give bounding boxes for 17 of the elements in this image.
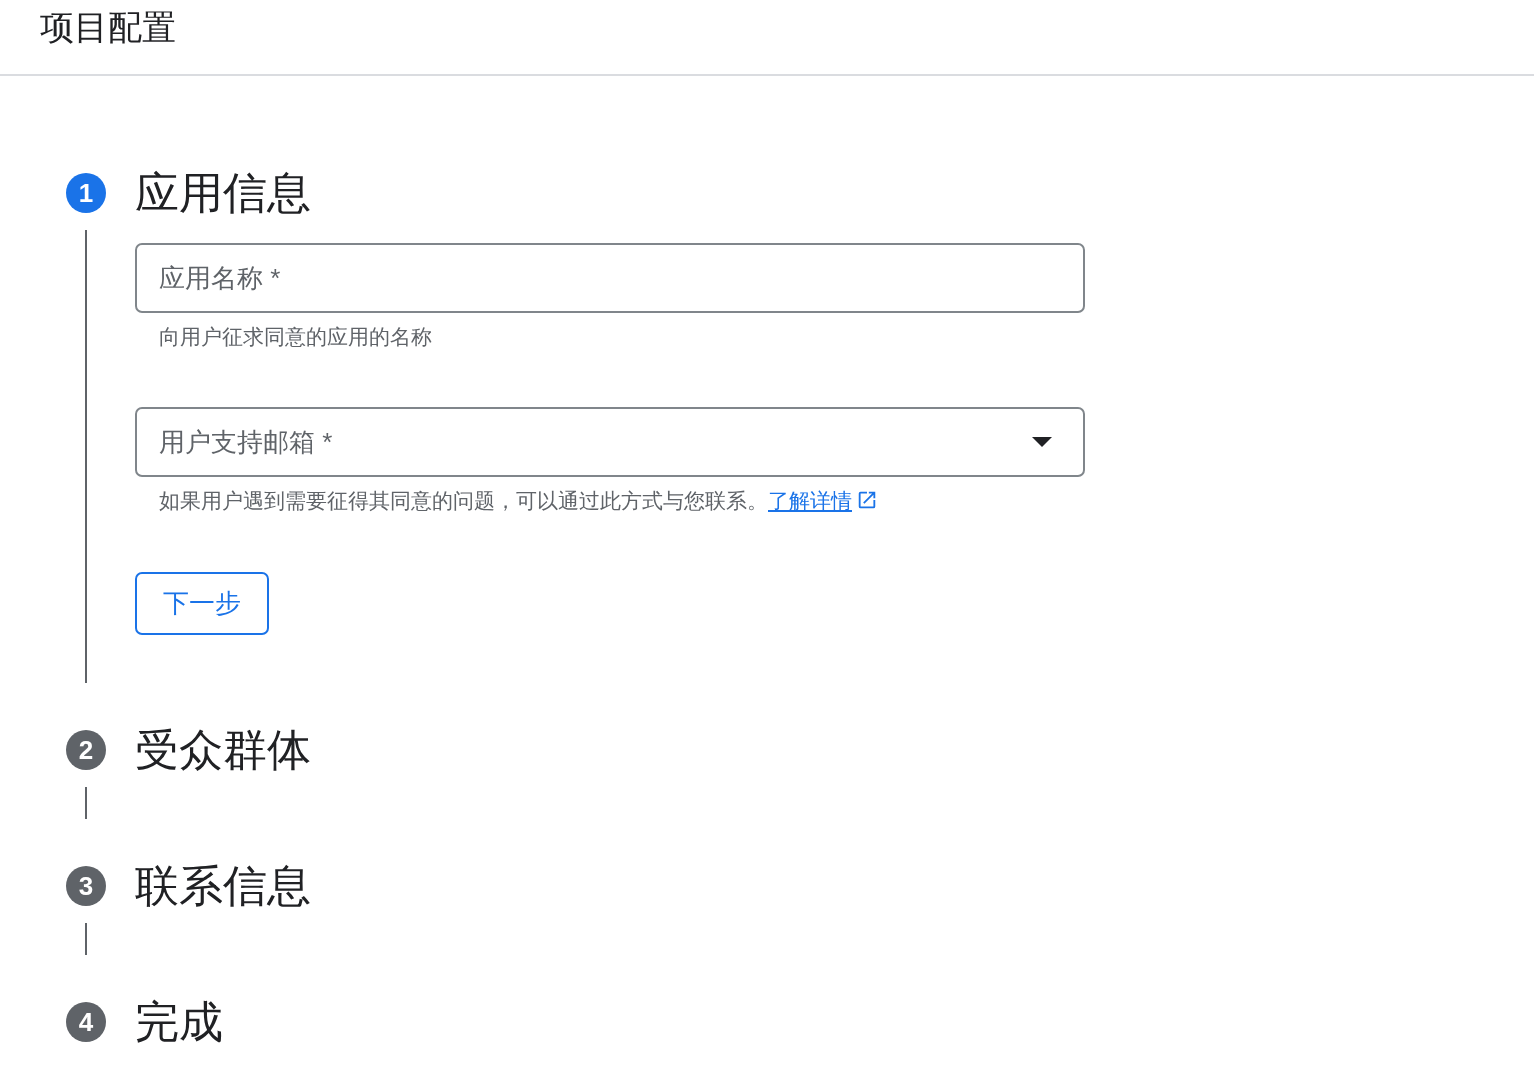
step-title: 受众群体 (135, 725, 311, 775)
step-number: 2 (66, 730, 106, 770)
external-link-icon (856, 489, 878, 511)
step-number: 3 (66, 866, 106, 906)
learn-more-link[interactable]: 了解详情 (768, 489, 878, 512)
step-title: 联系信息 (135, 861, 311, 911)
next-button[interactable]: 下一步 (135, 572, 269, 635)
step-number: 1 (66, 173, 106, 213)
helper-text: 向用户征求同意的应用的名称 (159, 324, 433, 350)
dropdown-caret-icon (1032, 437, 1052, 447)
step-number: 4 (66, 1002, 106, 1042)
email-dropdown[interactable]: 用户支持邮箱 * (135, 407, 1085, 477)
input-field[interactable]: 应用名称 * (135, 243, 1085, 313)
page-title: 项目配置 (40, 7, 176, 48)
step-title: 应用信息 (135, 168, 311, 218)
step-title: 完成 (135, 997, 223, 1047)
helper-text: 如果用户遇到需要征得其同意的问题，可以通过此方式与您联系。了解详情 (159, 487, 1085, 515)
